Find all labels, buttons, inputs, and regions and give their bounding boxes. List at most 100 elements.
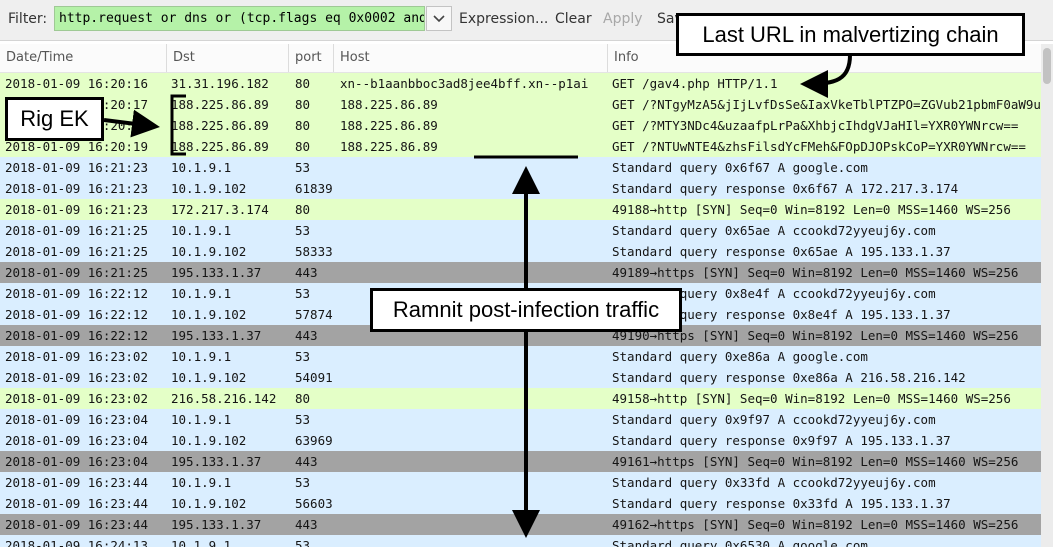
packet-datetime-cell: 2018-01-09 16:22:12 (5, 286, 148, 301)
packet-datetime-cell: 2018-01-09 16:23:44 (5, 517, 148, 532)
scrollbar-thumb[interactable] (1043, 48, 1051, 84)
packet-datetime-cell: 2018-01-09 16:23:02 (5, 391, 148, 406)
packet-dst-cell: 216.58.216.142 (171, 391, 277, 406)
packet-row[interactable]: 2018-01-09 16:23:04 10.1.9.1 53 Standard qu… (0, 409, 1053, 430)
packet-dst-cell: 10.1.9.1 (171, 223, 232, 238)
packet-datetime-cell: 2018-01-09 16:21:25 (5, 223, 148, 238)
packet-datetime-cell: 2018-01-09 16:21:23 (5, 181, 148, 196)
packet-info-cell: 49158→http [SYN] Seq=0 Win=8192 Len=0 MS… (612, 391, 1011, 406)
packet-info-cell: 49161→https [SYN] Seq=0 Win=8192 Len=0 M… (612, 454, 1019, 469)
packet-dst-cell: 10.1.9.102 (171, 433, 247, 448)
packet-port-cell: 80 (295, 391, 311, 406)
packet-dst-cell: 195.133.1.37 (171, 328, 262, 343)
packet-row[interactable]: 2018-01-09 16:23:02 216.58.216.142 80 49158… (0, 388, 1053, 409)
packet-row[interactable]: 2018-01-09 16:23:04 195.133.1.37 443 49161→… (0, 451, 1053, 472)
packet-host-cell (340, 409, 602, 430)
apply-button[interactable]: Apply (603, 11, 643, 27)
display-filter-input[interactable]: http.request or dns or (tcp.flags eq 0x0… (54, 6, 425, 31)
column-header-dst[interactable]: Dst (167, 44, 289, 72)
packet-host-cell (340, 262, 602, 283)
packet-port-cell: 443 (295, 328, 318, 343)
filter-label: Filter: (8, 11, 48, 27)
packet-row[interactable]: 2018-01-09 16:23:04 10.1.9.102 63969 Standa… (0, 430, 1053, 451)
packet-row[interactable]: 2018-01-09 16:23:02 10.1.9.102 54091 Standa… (0, 367, 1053, 388)
packet-port-cell: 57874 (295, 307, 333, 322)
packet-host-cell (340, 535, 602, 547)
packet-port-cell: 443 (295, 454, 318, 469)
packet-info-cell: Standard query response 0x9f97 A 195.133… (612, 433, 951, 448)
packet-row[interactable]: 2018-01-09 16:23:44 10.1.9.102 56603 Standa… (0, 493, 1053, 514)
packet-row[interactable]: 2018-01-09 16:23:44 195.133.1.37 443 49162→… (0, 514, 1053, 535)
packet-host-cell (340, 178, 602, 199)
packet-datetime-cell: 2018-01-09 16:23:04 (5, 433, 148, 448)
packet-row[interactable]: 2018-01-09 16:20:19 188.225.86.89 80 188.22… (0, 136, 1053, 157)
packet-row[interactable]: 2018-01-09 16:20:17188.225.86.8980188.22… (0, 94, 1053, 115)
filter-dropdown-button[interactable] (426, 6, 452, 31)
vertical-scrollbar[interactable] (1041, 44, 1053, 547)
packet-row[interactable]: 2018-01-09 16:21:23 10.1.9.1 53 Standard qu… (0, 157, 1053, 178)
packet-row[interactable]: 2018-01-09 16:20:16 31.31.196.182 80 xn--b1… (0, 73, 1053, 94)
packet-dst-cell: 10.1.9.102 (171, 307, 247, 322)
packet-port-cell: 53 (295, 412, 311, 427)
packet-host-cell (340, 199, 602, 220)
packet-host-cell (340, 367, 602, 388)
packet-dst-cell: 10.1.9.1 (171, 349, 232, 364)
packet-row[interactable]: 2018-01-09 16:21:25 10.1.9.102 58333 Standa… (0, 241, 1053, 262)
packet-host-cell (340, 430, 602, 451)
ramnit-callout: Ramnit post-infection traffic (370, 288, 682, 332)
packet-info-cell: Standard query response 0xe86a A 216.58.… (612, 370, 966, 385)
packet-dst-cell: 10.1.9.102 (171, 496, 247, 511)
packet-port-cell: 56603 (295, 496, 333, 511)
packet-datetime-cell: 2018-01-09 16:24:13 (5, 538, 148, 547)
packet-dst-cell: 188.225.86.89 (171, 118, 269, 133)
packet-row[interactable]: 2018-01-09 16:21:25 195.133.1.37 443 49189→… (0, 262, 1053, 283)
expression-button[interactable]: Expression... (459, 11, 548, 27)
packet-port-cell: 443 (295, 517, 318, 532)
chevron-down-icon (433, 15, 445, 23)
packet-datetime-cell: 2018-01-09 16:23:04 (5, 454, 148, 469)
rig-ek-callout: Rig EK (5, 97, 104, 141)
column-header-host[interactable]: Host (334, 44, 608, 72)
packet-row[interactable]: 2018-01-09 16:20:18188.225.86.8980188.22… (0, 115, 1053, 136)
packet-host-cell (340, 157, 602, 178)
clear-button[interactable]: Clear (555, 11, 592, 27)
packet-info-cell: Standard query 0x9f97 A ccookd72yyeuj6y.… (612, 412, 936, 427)
packet-dst-cell: 31.31.196.182 (171, 76, 269, 91)
packet-info-cell: Standard query 0x65ae A ccookd72yyeuj6y.… (612, 223, 936, 238)
packet-row[interactable]: 2018-01-09 16:21:25 10.1.9.1 53 Standard qu… (0, 220, 1053, 241)
packet-dst-cell: 195.133.1.37 (171, 265, 262, 280)
column-header-port[interactable]: port (289, 44, 334, 72)
packet-port-cell: 53 (295, 286, 311, 301)
packet-dst-cell: 10.1.9.102 (171, 244, 247, 259)
packet-datetime-cell: 2018-01-09 16:23:44 (5, 496, 148, 511)
packet-datetime-cell: 2018-01-09 16:22:12 (5, 307, 148, 322)
packet-row[interactable]: 2018-01-09 16:24:13 10.1.9.1 53 Standard qu… (0, 535, 1053, 547)
packet-dst-cell: 10.1.9.1 (171, 286, 232, 301)
packet-dst-cell: 172.217.3.174 (171, 202, 269, 217)
packet-datetime-cell: 2018-01-09 16:22:12 (5, 328, 148, 343)
packet-datetime-cell: 2018-01-09 16:23:44 (5, 475, 148, 490)
packet-port-cell: 53 (295, 538, 311, 547)
packet-datetime-cell: 2018-01-09 16:23:04 (5, 412, 148, 427)
packet-row[interactable]: 2018-01-09 16:23:02 10.1.9.1 53 Standard qu… (0, 346, 1053, 367)
packet-row[interactable]: 2018-01-09 16:23:44 10.1.9.1 53 Standard qu… (0, 472, 1053, 493)
packet-host-cell (340, 451, 602, 472)
packet-info-cell: 49189→https [SYN] Seq=0 Win=8192 Len=0 M… (612, 265, 1019, 280)
packet-dst-cell: 10.1.9.1 (171, 160, 232, 175)
column-header-datetime[interactable]: Date/Time (0, 44, 167, 72)
packet-info-cell: Standard query 0x6530 A google.com (612, 538, 868, 547)
packet-host-cell (340, 388, 602, 409)
packet-dst-cell: 10.1.9.102 (171, 370, 247, 385)
packet-host-cell: 188.225.86.89 (340, 97, 438, 112)
packet-info-cell: GET /gav4.php HTTP/1.1 (612, 76, 778, 91)
packet-row[interactable]: 2018-01-09 16:21:23 172.217.3.174 80 49188→… (0, 199, 1053, 220)
packet-info-cell: Standard query 0x33fd A ccookd72yyeuj6y.… (612, 475, 936, 490)
packet-row[interactable]: 2018-01-09 16:21:23 10.1.9.102 61839 Standa… (0, 178, 1053, 199)
packet-datetime-cell: 2018-01-09 16:21:23 (5, 202, 148, 217)
packet-dst-cell: 188.225.86.89 (171, 139, 269, 154)
packet-info-cell: Standard query response 0x33fd A 195.133… (612, 496, 951, 511)
packet-port-cell: 53 (295, 349, 311, 364)
packet-port-cell: 61839 (295, 181, 333, 196)
packet-info-cell: Standard query response 0x65ae A 195.133… (612, 244, 951, 259)
packet-host-cell (340, 472, 602, 493)
